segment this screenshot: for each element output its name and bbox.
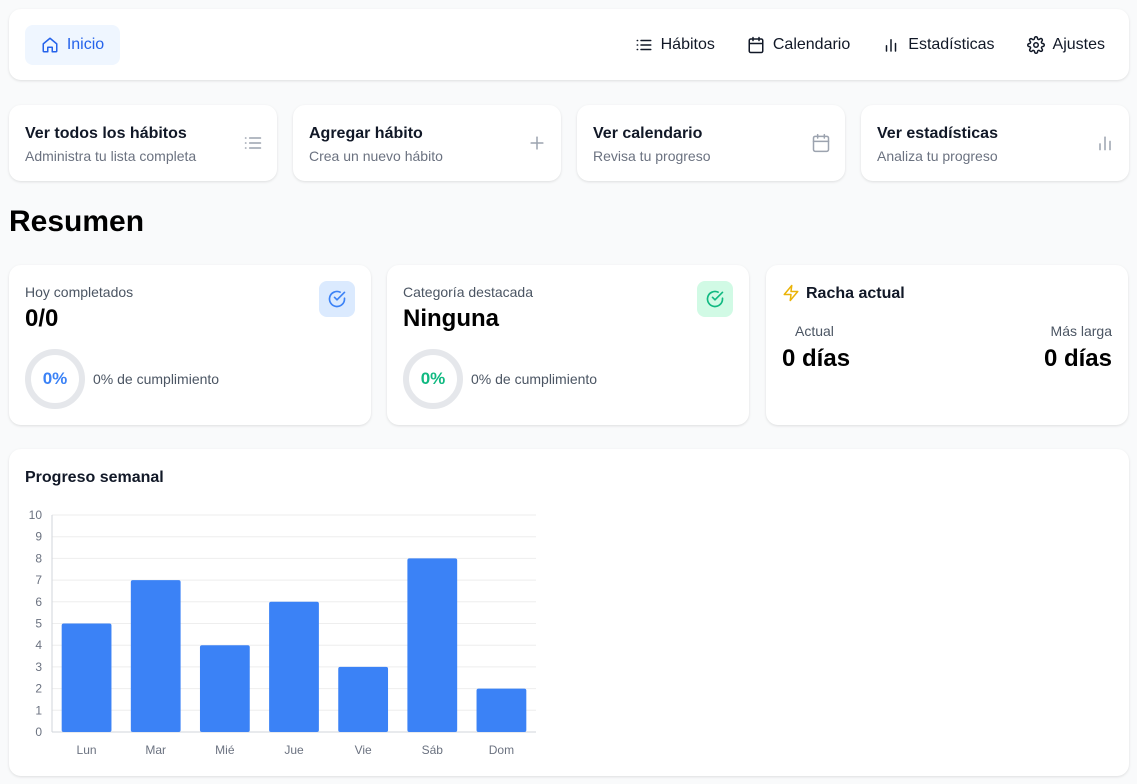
streak-current-value: 0 días <box>782 345 851 372</box>
nav-stats-label: Estadísticas <box>908 36 995 53</box>
nav-calendar-link[interactable]: Calendario <box>731 25 866 65</box>
today-progress-caption: 0% de cumplimiento <box>93 371 220 387</box>
y-tick-label: 7 <box>35 573 42 587</box>
nav-habits-label: Hábitos <box>660 36 715 53</box>
quick-action-add-habit[interactable]: Agregar hábito Crea un nuevo hábito <box>293 105 561 181</box>
nav-calendar-label: Calendario <box>772 36 851 53</box>
bar-Mié <box>199 645 250 732</box>
quick-action-subtitle: Crea un nuevo hábito <box>309 148 443 164</box>
y-tick-label: 8 <box>35 551 42 565</box>
x-tick-label: Jue <box>284 743 304 757</box>
quick-action-view-stats[interactable]: Ver estadísticas Analiza tu progreso <box>861 105 1129 181</box>
quick-action-title: Ver todos los hábitos <box>25 125 187 142</box>
y-tick-label: 10 <box>29 508 43 522</box>
gear-icon <box>1026 36 1045 54</box>
x-tick-label: Sáb <box>422 743 444 757</box>
top-nav: Inicio Hábitos Calendario Estadísticas A… <box>9 9 1129 80</box>
nav-stats-link[interactable]: Estadísticas <box>866 25 1010 65</box>
summary-title: Resumen <box>9 205 145 238</box>
lightning-icon <box>782 284 800 302</box>
plus-icon <box>527 133 547 153</box>
x-tick-label: Dom <box>489 743 514 757</box>
y-tick-label: 2 <box>35 682 42 696</box>
nav-settings-label: Ajustes <box>1052 36 1105 53</box>
quick-action-view-calendar[interactable]: Ver calendario Revisa tu progreso <box>577 105 845 181</box>
featured-category-value: Ninguna <box>403 305 499 332</box>
bar-Vie <box>338 666 389 732</box>
nav-habits-link[interactable]: Hábitos <box>619 25 731 65</box>
today-completed-value: 0/0 <box>25 305 59 332</box>
today-completed-label: Hoy completados <box>25 284 134 300</box>
y-tick-label: 9 <box>35 530 42 544</box>
list-icon <box>243 133 263 153</box>
nav-home-label: Inicio <box>66 36 105 53</box>
today-progress-ring: 0% <box>25 349 85 409</box>
list-icon <box>635 36 653 54</box>
category-progress-ring: 0% <box>403 349 463 409</box>
bar-chart-icon <box>882 36 900 54</box>
today-completed-card: Hoy completados 0/0 0% 0% de cumplimient… <box>9 265 371 425</box>
bar-Mar <box>130 580 181 732</box>
quick-action-title: Agregar hábito <box>309 125 423 142</box>
x-tick-label: Mar <box>145 743 166 757</box>
quick-action-title: Ver estadísticas <box>877 125 998 142</box>
weekly-progress-chart: 0 1 2 3 4 5 6 7 8 9 10 Lun Mar Mié Jue Vie Sáb Dom <box>29 508 536 757</box>
x-tick-label: Mié <box>215 743 235 757</box>
featured-category-label: Categoría destacada <box>403 284 533 300</box>
y-tick-label: 3 <box>35 660 42 674</box>
current-streak-card: Racha actual Actual 0 días Más larga 0 d… <box>766 265 1128 425</box>
bar-Jue <box>269 601 319 732</box>
weekly-progress-card: Progreso semanal 0 1 2 3 4 5 6 7 8 9 10 Lun Mar Mié Ju… <box>9 449 1129 776</box>
quick-action-subtitle: Revisa tu progreso <box>593 148 711 164</box>
quick-action-view-habits[interactable]: Ver todos los hábitos Administra tu list… <box>9 105 277 181</box>
y-tick-label: 6 <box>35 595 42 609</box>
bar-Sáb <box>407 558 458 732</box>
x-tick-label: Lun <box>77 743 97 757</box>
bar-Dom <box>476 688 527 732</box>
y-tick-label: 0 <box>35 725 42 739</box>
check-circle-icon <box>697 281 733 317</box>
current-streak-title: Racha actual <box>806 285 905 302</box>
bar-Lun <box>61 623 112 732</box>
x-tick-label: Vie <box>355 743 372 757</box>
nav-home-button[interactable]: Inicio <box>25 25 120 65</box>
category-progress-caption: 0% de cumplimiento <box>471 371 598 387</box>
y-tick-label: 5 <box>35 617 42 631</box>
streak-current-label: Actual <box>795 323 834 339</box>
y-tick-label: 4 <box>35 638 42 652</box>
y-tick-label: 1 <box>35 703 42 717</box>
featured-category-card: Categoría destacada Ninguna 0% 0% de cum… <box>387 265 749 425</box>
home-icon <box>41 36 59 54</box>
quick-action-subtitle: Administra tu lista completa <box>25 148 197 164</box>
streak-longest-value: 0 días <box>1043 345 1112 372</box>
bar-chart-icon <box>1095 133 1115 153</box>
quick-action-subtitle: Analiza tu progreso <box>877 148 998 164</box>
calendar-icon <box>811 133 831 153</box>
quick-action-title: Ver calendario <box>593 125 703 142</box>
streak-longest-label: Más larga <box>1050 323 1112 339</box>
check-circle-icon <box>319 281 355 317</box>
nav-settings-link[interactable]: Ajustes <box>1011 25 1121 65</box>
calendar-icon <box>747 36 765 54</box>
